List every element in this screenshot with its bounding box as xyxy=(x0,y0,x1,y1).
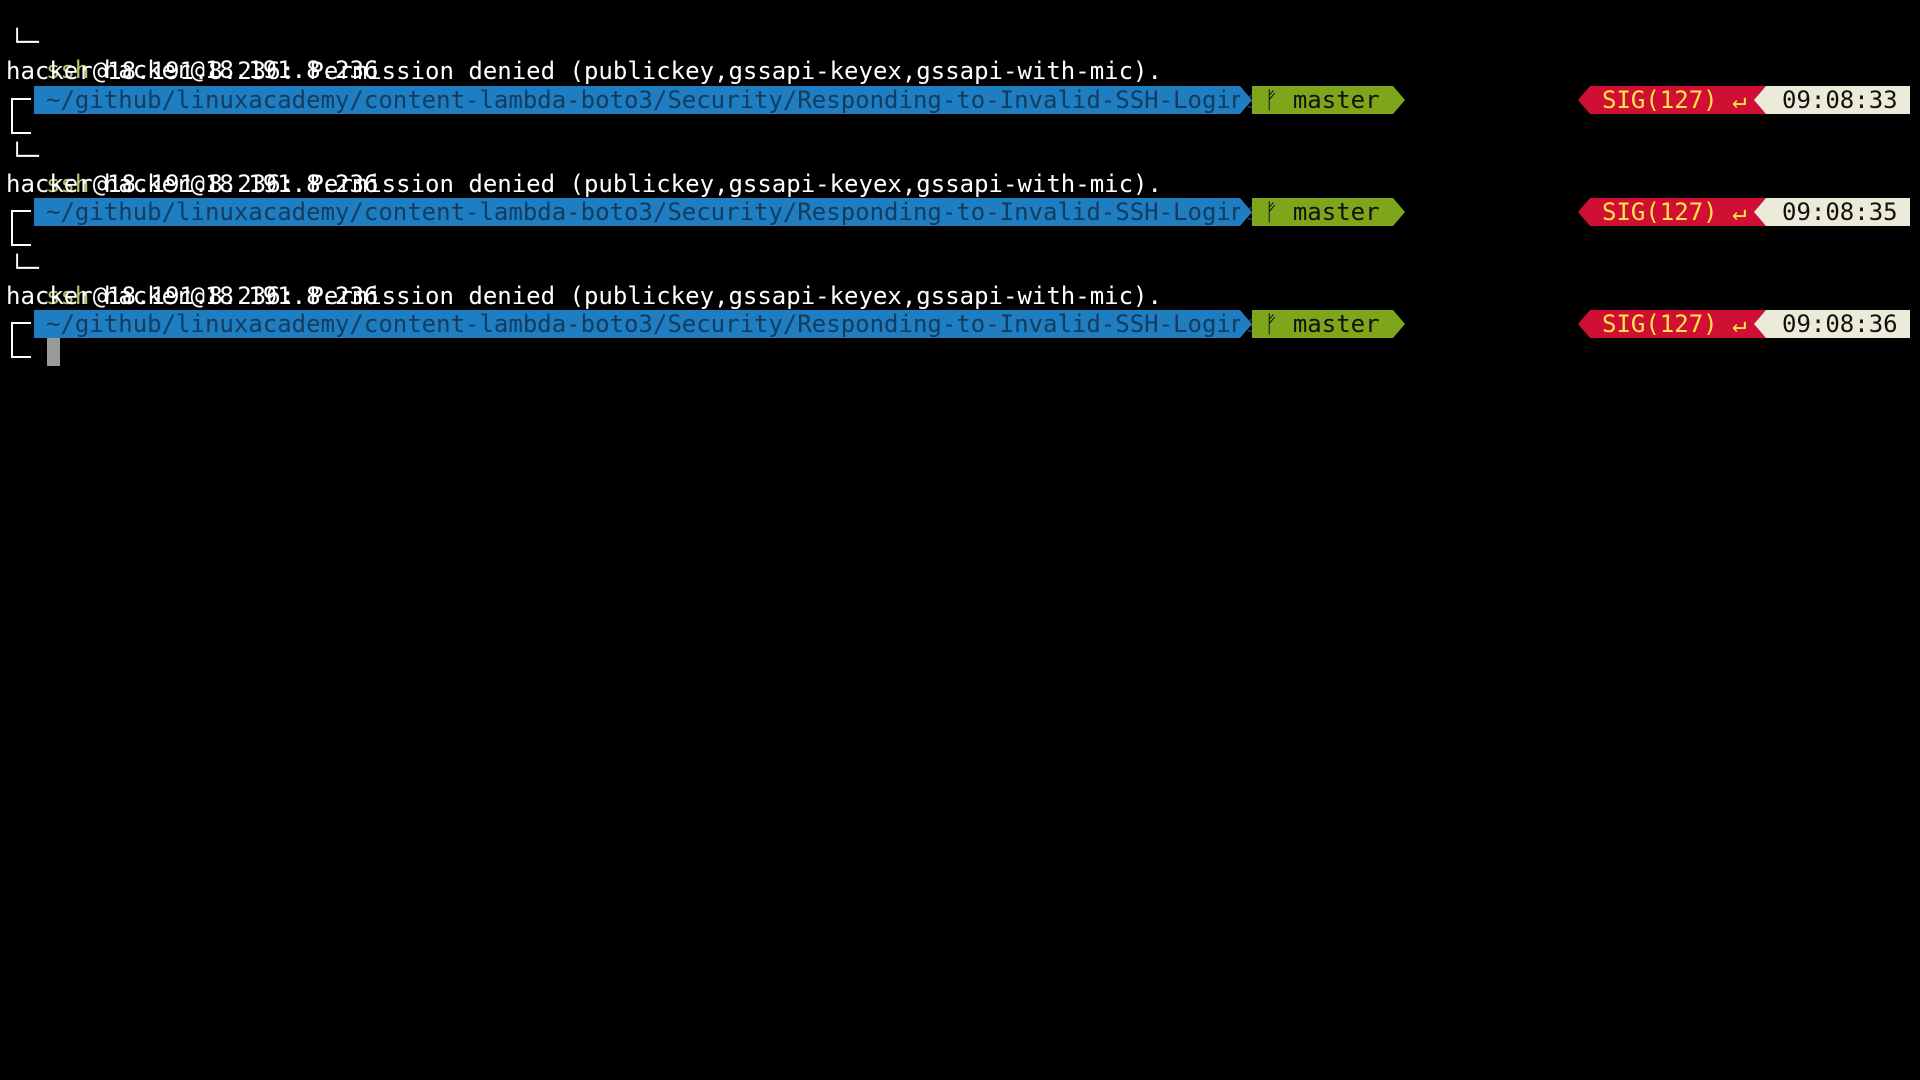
text-cursor[interactable] xyxy=(47,338,60,366)
prompt-path: ~/github/linuxacademy/content-lambda-bot… xyxy=(34,310,1260,338)
exit-status: SIG(127) ↵ xyxy=(1590,310,1766,338)
prompt-path: ~/github/linuxacademy/content-lambda-bot… xyxy=(34,86,1260,114)
exit-status: SIG(127) ↵ xyxy=(1590,86,1766,114)
time-arrow-icon xyxy=(1754,310,1766,338)
prompt-time: 09:08:33 xyxy=(1766,86,1910,114)
terminal-window[interactable]: └─ ssh hacker@18.191.8.236 hacker@18.191… xyxy=(0,0,1920,1080)
branch-name: master xyxy=(1292,310,1380,338)
prompt-bar: ~/github/linuxacademy/content-lambda-bot… xyxy=(0,198,1920,246)
path-arrow-icon xyxy=(1240,310,1252,338)
command-line: └─ ssh hacker@18.191.8.236 xyxy=(0,226,378,310)
prompt-time: 09:08:35 xyxy=(1766,198,1910,226)
git-branch-icon: ᚠ xyxy=(1264,198,1279,226)
prompt-path: ~/github/linuxacademy/content-lambda-bot… xyxy=(34,198,1260,226)
prompt-branch: ᚠ master xyxy=(1252,198,1393,226)
git-branch-icon: ᚠ xyxy=(1264,86,1279,114)
status-arrow-icon xyxy=(1578,86,1590,114)
path-arrow-icon xyxy=(1240,198,1252,226)
status-arrow-icon xyxy=(1578,310,1590,338)
output-text: hacker@18.191.8.236: Permission denied (… xyxy=(6,282,1162,310)
prompt-bar: ~/github/linuxacademy/content-lambda-bot… xyxy=(0,86,1920,134)
branch-arrow-icon xyxy=(1393,86,1405,114)
prompt-branch: ᚠ master xyxy=(1252,310,1393,338)
exit-status: SIG(127) ↵ xyxy=(1590,198,1766,226)
git-branch-icon: ᚠ xyxy=(1264,310,1279,338)
output-line: hacker@18.191.8.236: Permission denied (… xyxy=(0,254,1162,310)
command-line: └─ ssh hacker@18.191.8.236 xyxy=(0,114,378,198)
output-line: hacker@18.191.8.236: Permission denied (… xyxy=(0,29,1162,85)
branch-arrow-icon xyxy=(1393,198,1405,226)
output-text: hacker@18.191.8.236: Permission denied (… xyxy=(6,57,1162,85)
output-text: hacker@18.191.8.236: Permission denied (… xyxy=(6,170,1162,198)
time-arrow-icon xyxy=(1754,198,1766,226)
command-line: └─ ssh hacker@18.191.8.236 xyxy=(0,0,378,84)
prompt-branch: ᚠ master xyxy=(1252,86,1393,114)
prompt-time: 09:08:36 xyxy=(1766,310,1910,338)
branch-name: master xyxy=(1292,198,1380,226)
status-arrow-icon xyxy=(1578,198,1590,226)
prompt-bar: ~/github/linuxacademy/content-lambda-bot… xyxy=(0,310,1920,358)
path-arrow-icon xyxy=(1240,86,1252,114)
branch-arrow-icon xyxy=(1393,310,1405,338)
time-arrow-icon xyxy=(1754,86,1766,114)
output-line: hacker@18.191.8.236: Permission denied (… xyxy=(0,142,1162,198)
prompt-corner xyxy=(11,322,31,358)
branch-name: master xyxy=(1292,86,1380,114)
